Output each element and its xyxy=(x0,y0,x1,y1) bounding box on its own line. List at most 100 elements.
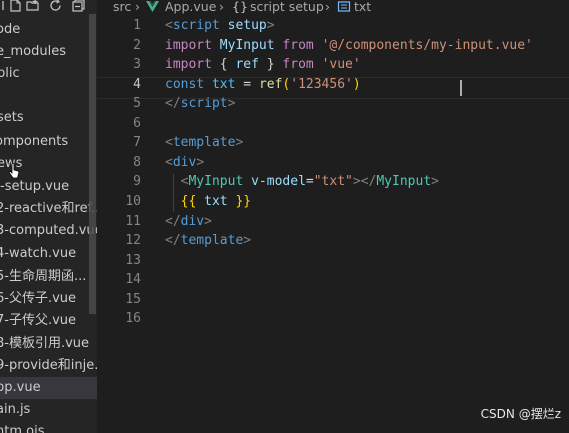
code-token: MyInput xyxy=(188,174,244,189)
code-token: </ xyxy=(165,233,181,248)
code-token: setup xyxy=(227,18,267,33)
line-number: 9 xyxy=(133,174,141,189)
file-tree-item[interactable]: 8-模板引用.vue xyxy=(0,333,97,355)
file-tree-item[interactable]: 7-子传父.vue xyxy=(0,310,97,332)
code-token: > xyxy=(227,96,236,111)
line-number: 1 xyxy=(133,18,141,33)
sidebar-scrollbar[interactable] xyxy=(89,14,96,314)
file-tree-item[interactable]: ode xyxy=(0,19,97,41)
refresh-icon[interactable] xyxy=(49,0,62,12)
code-token: < xyxy=(165,135,173,150)
code-token: template xyxy=(172,135,236,150)
file-tree-item[interactable]: 4-watch.vue xyxy=(0,243,97,265)
file-tree-label: 5-生命周期函... xyxy=(0,269,87,284)
file-tree-label: ntm ois xyxy=(0,424,45,433)
file-tree-item[interactable]: ain.js xyxy=(0,399,97,421)
code-line[interactable]: import { ref } from 'vue' xyxy=(165,57,361,72)
chevron-right-icon: › xyxy=(135,0,140,14)
code-line[interactable]: <script setup> xyxy=(165,18,275,33)
code-token: } xyxy=(266,57,275,72)
code-token: '@/components/my-input.vue' xyxy=(321,38,533,53)
code-token: '123456' xyxy=(290,77,353,92)
collapse-all-icon[interactable] xyxy=(72,0,85,12)
code-token: import xyxy=(165,57,212,72)
code-token: }} xyxy=(235,194,252,209)
code-line[interactable]: </script> xyxy=(165,96,235,111)
file-tree-item[interactable]: ntm ois xyxy=(0,421,97,433)
variable-icon xyxy=(337,1,351,12)
line-number: 13 xyxy=(125,253,141,268)
file-tree-label: omponents xyxy=(0,134,69,149)
breadcrumb: src › App.vue › {} script setup › txt xyxy=(97,0,569,16)
file-tree-item[interactable]: omponents xyxy=(0,131,97,153)
code-token: v-model xyxy=(251,174,306,189)
code-token: = xyxy=(305,174,314,189)
line-number: 14 xyxy=(125,272,141,287)
code-line[interactable]: </div> xyxy=(165,214,212,229)
code-editor[interactable]: src › App.vue › {} script setup › txt 12… xyxy=(97,0,569,433)
explorer-sidebar: ode e_modules blic sets omponents ews -s… xyxy=(0,0,97,433)
code-token: {{ xyxy=(180,194,197,209)
line-number: 7 xyxy=(133,135,141,150)
line-number: 3 xyxy=(133,57,141,72)
breadcrumb-file[interactable]: App.vue xyxy=(165,0,216,14)
vue-icon xyxy=(146,1,159,12)
file-tree-item[interactable]: 9-provide和inje... xyxy=(0,355,97,377)
explorer-toolbar xyxy=(0,0,97,16)
mouse-pointer-icon xyxy=(8,163,20,179)
code-token: script xyxy=(172,18,220,33)
file-tree-label: pp.vue xyxy=(0,380,41,395)
file-tree-item[interactable]: sets xyxy=(0,107,97,129)
code-line[interactable]: {{ txt }} xyxy=(165,194,251,209)
code-token: < xyxy=(165,155,173,170)
code-token: from xyxy=(282,57,314,72)
code-line[interactable]: <div> xyxy=(165,155,204,170)
code-token: MyInput xyxy=(376,174,432,189)
file-tree-item[interactable]: -setup.vue xyxy=(0,176,97,198)
code-token: ></ xyxy=(352,174,377,189)
line-number: 2 xyxy=(133,38,141,53)
file-tree-label: 4-watch.vue xyxy=(0,246,77,261)
breadcrumb-symbol[interactable]: txt xyxy=(354,0,371,14)
line-number: 4 xyxy=(133,77,141,92)
file-tree-label: -setup.vue xyxy=(0,179,70,194)
chevron-right-icon: › xyxy=(325,0,330,14)
file-tree-item[interactable] xyxy=(0,85,97,107)
file-tree-label: blic xyxy=(0,66,20,81)
code-token: txt xyxy=(211,77,236,92)
code-line[interactable]: </template> xyxy=(165,233,251,248)
breadcrumb-section[interactable]: script setup xyxy=(250,0,324,14)
code-line[interactable]: const txt = ref('123456') xyxy=(165,77,361,92)
code-token: template xyxy=(180,233,244,248)
file-tree-item[interactable]: 5-生命周期函... xyxy=(0,266,97,288)
braces-icon: {} xyxy=(232,0,248,14)
line-number: 6 xyxy=(133,116,141,131)
new-folder-icon[interactable] xyxy=(26,0,39,12)
line-number: 8 xyxy=(133,155,141,170)
code-line[interactable]: import MyInput from '@/components/my-inp… xyxy=(165,38,533,53)
code-token: div xyxy=(180,214,205,229)
code-line[interactable]: <template> xyxy=(165,135,243,150)
new-file-icon[interactable] xyxy=(9,0,22,12)
file-tree-item-active[interactable]: pp.vue xyxy=(0,377,97,399)
file-tree-item[interactable]: 2-reactive和ref.... xyxy=(0,198,97,220)
code-token: > xyxy=(266,18,275,33)
line-number: 10 xyxy=(125,194,141,209)
file-tree-item[interactable]: e_modules xyxy=(0,41,97,63)
code-line[interactable]: <MyInput v-model="txt"></MyInput> xyxy=(165,174,439,189)
file-tree-item[interactable]: 6-父传子.vue xyxy=(0,288,97,310)
code-token: > xyxy=(431,174,439,189)
file-tree-label: e_modules xyxy=(0,44,66,59)
file-tree-item[interactable]: blic xyxy=(0,63,97,85)
file-tree-item[interactable]: 3-computed.vue xyxy=(0,220,97,242)
file-tree-label: 7-子传父.vue xyxy=(0,313,77,328)
code-token: ref xyxy=(235,57,259,72)
code-token: </ xyxy=(165,96,181,111)
breadcrumb-folder[interactable]: src xyxy=(113,0,131,14)
line-number: 12 xyxy=(125,233,141,248)
